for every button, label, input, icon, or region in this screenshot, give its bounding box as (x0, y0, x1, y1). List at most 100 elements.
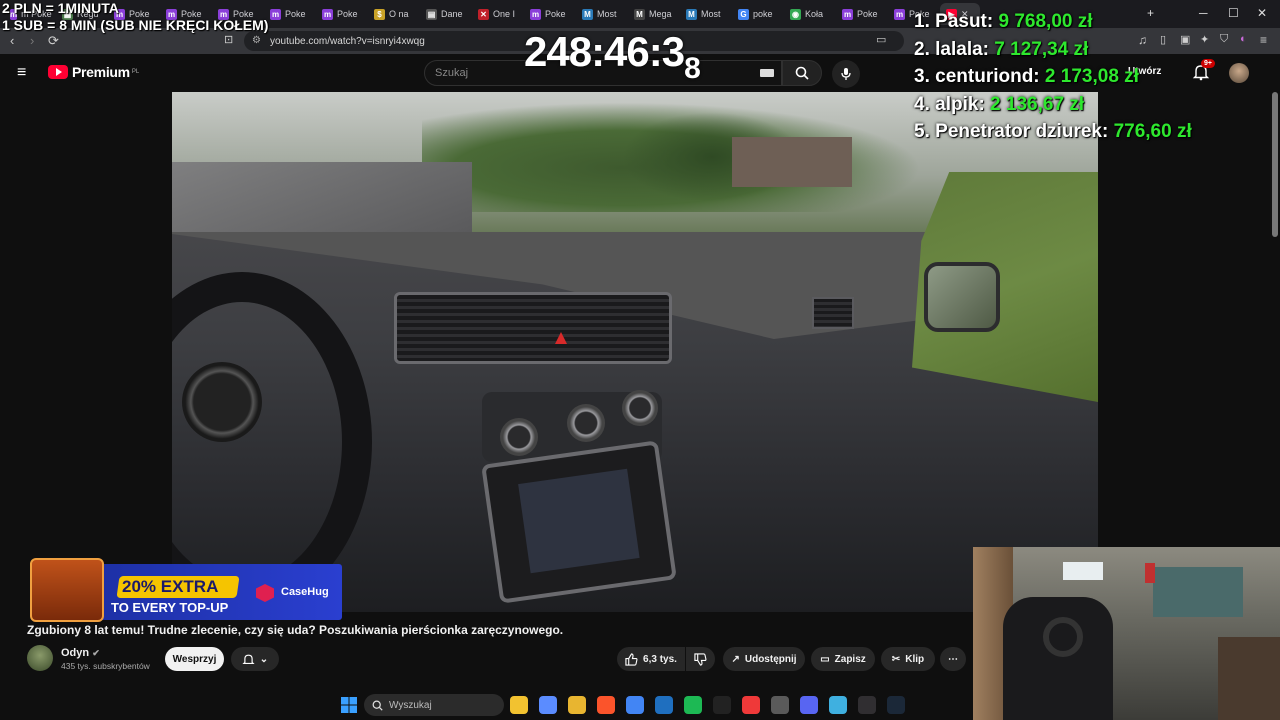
close-window-button[interactable]: ✕ (1257, 6, 1267, 20)
browser-tab[interactable]: M Most (680, 3, 732, 25)
windows-start-icon[interactable] (340, 696, 358, 714)
clip-button[interactable]: ✂ Klip (881, 647, 935, 671)
taskbar-apps (510, 696, 905, 714)
reload-icon[interactable]: ⟳ (48, 33, 59, 49)
leaderboard-amount: 776,60 zł (1113, 121, 1192, 142)
tab-favicon-icon: m (530, 8, 541, 20)
casehug-promo-banner[interactable]: 20% EXTRA TO EVERY TOP-UP CaseHug (30, 558, 342, 622)
dislike-button[interactable] (686, 647, 715, 671)
tab-label: Koła (805, 9, 824, 19)
leaderboard-row: 1. Pasut: 9 768,00 zł (914, 8, 1192, 36)
browser-tab[interactable]: m Poke (316, 3, 368, 25)
browser-tab[interactable]: m Poke (836, 3, 888, 25)
video-infotainment-screen (481, 440, 677, 604)
webcam-chair (1003, 597, 1113, 720)
tab-label: Poke (337, 9, 358, 19)
save-label: Zapisz (834, 653, 866, 665)
notifications-button[interactable]: 9+ (1192, 59, 1215, 86)
brave-icon[interactable] (597, 696, 615, 714)
rule-line-2: 1 SUB = 8 MIN (SUB NIE KRĘCI KOŁEM) (2, 17, 269, 33)
app-icon[interactable] (655, 696, 673, 714)
page-scrollbar[interactable] (1272, 92, 1278, 237)
bookmark-icon[interactable]: ⊡ (224, 33, 233, 46)
folder-icon[interactable] (568, 696, 586, 714)
donation-leaderboard: 1. Pasut: 9 768,00 zł 2. lalala: 7 127,3… (914, 8, 1192, 146)
chrome-icon[interactable] (626, 696, 644, 714)
video-player[interactable] (172, 92, 1098, 612)
browser-tab[interactable]: M Most (576, 3, 628, 25)
browser-tab[interactable]: M Mega (628, 3, 680, 25)
scissors-icon: ✂ (891, 653, 901, 665)
windows-taskbar: Wyszukaj (340, 690, 940, 720)
shield-extension-icon[interactable]: ⛉ (1220, 33, 1228, 46)
logo-text: Premium (72, 64, 130, 80)
tab-favicon-icon: M (634, 8, 645, 20)
vivaldi-icon[interactable] (742, 696, 760, 714)
more-icon: ⋯ (948, 653, 958, 665)
video-road (172, 162, 472, 232)
cast-icon[interactable]: ▭ (876, 33, 886, 46)
calculator-icon[interactable] (771, 696, 789, 714)
profile-extension-icon[interactable]: ◐ (1240, 33, 1247, 45)
taskbar-search[interactable]: Wyszukaj (364, 694, 504, 716)
steam-icon[interactable] (887, 696, 905, 714)
file-explorer-icon[interactable] (510, 696, 528, 714)
more-actions-button[interactable]: ⋯ (940, 647, 966, 671)
video-side-mirror (924, 262, 1000, 332)
voice-search-button[interactable] (832, 60, 860, 88)
hamburger-menu-icon[interactable]: ≡ (17, 64, 26, 82)
chevron-down-icon: ⌄ (259, 653, 269, 665)
like-button[interactable]: 6,3 tys. (617, 647, 685, 671)
account-avatar[interactable] (1229, 63, 1249, 83)
tab-label: One I (493, 9, 516, 19)
tab-favicon-icon: M (686, 8, 697, 20)
tab-label: Dane (441, 9, 463, 19)
video-knob-3 (622, 390, 658, 426)
minimize-button[interactable]: ─ (1199, 6, 1208, 20)
obs-icon[interactable] (858, 696, 876, 714)
browser-tab[interactable]: $ O na (368, 3, 420, 25)
tab-label: Mega (649, 9, 672, 19)
browser-tab[interactable]: ▤ Dane (420, 3, 472, 25)
maximize-button[interactable]: ☐ (1228, 6, 1239, 20)
browser-tab[interactable]: ◉ Koła (784, 3, 836, 25)
search-button[interactable] (782, 60, 822, 86)
webcam-red-object (1145, 563, 1155, 583)
browser-tab[interactable]: m Poke (524, 3, 576, 25)
share-label: Udostępnij (744, 653, 797, 665)
like-count: 6,3 tys. (643, 653, 677, 665)
clip-label: Klip (905, 653, 925, 665)
leaderboard-row: 3. centuriond: 2 173,08 zł (914, 63, 1192, 91)
site-info-icon[interactable]: ⚙ (252, 35, 261, 46)
browser-tab[interactable]: m Poke (264, 3, 316, 25)
share-button[interactable]: ↗ Udostępnij (723, 647, 805, 671)
browser-menu-icon[interactable]: ≡ (1260, 33, 1267, 47)
forward-icon[interactable]: › (30, 33, 34, 48)
leaderboard-rank: 1. (914, 11, 930, 32)
browser-tab[interactable]: ✕ One I (472, 3, 524, 25)
muza-icon[interactable] (713, 696, 731, 714)
subscription-bell-button[interactable]: ⌄ (231, 647, 279, 671)
channel-name[interactable]: Odyn ✔ (61, 647, 100, 659)
discord-icon[interactable] (800, 696, 818, 714)
video-screen-display (518, 468, 640, 574)
youtube-premium-logo[interactable]: Premium PL (48, 64, 139, 80)
keyboard-icon[interactable] (760, 69, 774, 77)
copilot-icon[interactable] (539, 696, 557, 714)
notepad-icon[interactable] (829, 696, 847, 714)
search-icon (795, 66, 809, 80)
tab-favicon-icon: $ (374, 8, 385, 20)
tab-favicon-icon: ▤ (426, 8, 437, 20)
search-placeholder: Szukaj (435, 67, 469, 79)
save-button[interactable]: ▭ Zapisz (811, 647, 875, 671)
search-icon (372, 700, 383, 711)
tab-label: Most (701, 9, 721, 19)
puzzle-extension-icon[interactable]: ✦ (1200, 33, 1209, 46)
browser-tab[interactable]: Gpoke (732, 3, 784, 25)
spotify-icon[interactable] (684, 696, 702, 714)
support-button[interactable]: Wesprzyj (165, 647, 224, 671)
bell-icon (242, 654, 255, 664)
thumbs-down-icon (694, 652, 707, 666)
channel-avatar[interactable] (27, 645, 53, 671)
back-icon[interactable]: ‹ (10, 33, 14, 48)
